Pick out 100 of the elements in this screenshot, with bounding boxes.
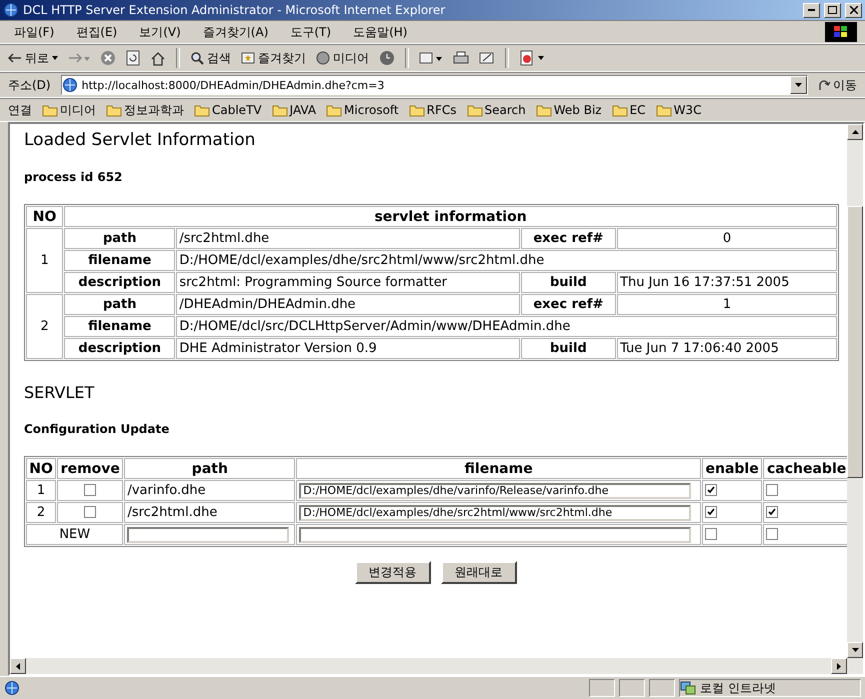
- checkbox[interactable]: [766, 506, 778, 518]
- link-item[interactable]: 미디어: [60, 102, 96, 118]
- filename-field[interactable]: D:/HOME/dcl/examples/dhe/varinfo/Release/varinfo.dhe: [299, 482, 692, 498]
- form-button[interactable]: 변경적용: [354, 561, 430, 584]
- document-icon[interactable]: [519, 50, 545, 66]
- left-arrow-icon: [16, 662, 20, 670]
- column-header: servlet information: [64, 206, 837, 227]
- stop-icon[interactable]: [100, 50, 116, 66]
- folder-icon: [656, 104, 672, 116]
- link-item[interactable]: CableTV: [212, 103, 262, 117]
- folder-icon: [326, 104, 342, 116]
- horizontal-scrollbar[interactable]: [10, 658, 863, 674]
- table-cell: /src2html.dhe: [124, 502, 296, 523]
- checkbox[interactable]: [705, 506, 717, 518]
- menu-item[interactable]: 파일(F): [8, 24, 60, 40]
- status-pane: [589, 679, 615, 697]
- intranet-icon: [680, 681, 696, 695]
- row-label: path: [64, 294, 176, 315]
- disc-icon: [316, 51, 330, 65]
- table-cell: Thu Jun 16 17:37:51 2005: [617, 272, 837, 293]
- table-cell: 2: [26, 294, 64, 359]
- links-label: 연결: [8, 102, 32, 118]
- go-arrow-icon: [818, 79, 830, 91]
- table-cell: /DHEAdmin/DHEAdmin.dhe: [176, 294, 520, 315]
- mail-icon[interactable]: [419, 51, 443, 65]
- folder-icon: [42, 104, 58, 116]
- maximize-icon: [828, 6, 837, 14]
- checkbox[interactable]: [705, 484, 717, 496]
- filename-field[interactable]: [299, 526, 692, 542]
- media-button[interactable]: 미디어: [316, 50, 369, 66]
- dropdown-button[interactable]: [790, 76, 807, 94]
- zone-text: 로컬 인트라넷: [700, 680, 776, 696]
- address-field[interactable]: http://localhost:8000/DHEAdmin/DHEAdmin.dhe?cm=3: [60, 75, 808, 95]
- close-button[interactable]: [845, 2, 862, 18]
- checkbox[interactable]: [84, 484, 96, 496]
- home-icon[interactable]: [150, 50, 166, 66]
- folder-icon: [194, 104, 210, 116]
- scroll-thumb[interactable]: [847, 206, 863, 478]
- section-heading: SERVLET: [24, 383, 96, 402]
- row-label: build: [520, 338, 616, 359]
- back-button[interactable]: 뒤로: [8, 50, 58, 66]
- status-pane: [619, 679, 645, 697]
- table-cell: /varinfo.dhe: [124, 480, 296, 501]
- row-label: description: [64, 338, 176, 359]
- scroll-left-button[interactable]: [10, 658, 26, 674]
- maximize-button[interactable]: [824, 2, 841, 18]
- link-item[interactable]: 정보과학과: [124, 102, 184, 118]
- menu-item[interactable]: 도움말(H): [347, 24, 414, 40]
- column-header: remove: [57, 458, 124, 479]
- column-header: path: [124, 458, 296, 479]
- link-item[interactable]: Web Biz: [554, 103, 602, 117]
- filename-field[interactable]: D:/HOME/dcl/examples/dhe/src2html/www/src2html.dhe: [299, 504, 692, 520]
- menu-item[interactable]: 도구(T): [284, 24, 338, 40]
- page-heading: Loaded Servlet Information: [24, 130, 256, 150]
- checkbox[interactable]: [766, 528, 778, 540]
- window-title: DCL HTTP Server Extension Administrator - Microsoft Internet Explorer: [23, 3, 446, 17]
- caret-icon: [52, 56, 58, 60]
- edit-icon[interactable]: [479, 51, 495, 65]
- scroll-up-button[interactable]: [847, 124, 863, 140]
- checkbox[interactable]: [84, 506, 96, 518]
- scroll-down-button[interactable]: [847, 642, 863, 658]
- folder-icon: [408, 104, 425, 116]
- refresh-icon[interactable]: [126, 50, 140, 66]
- link-item[interactable]: EC: [630, 103, 646, 117]
- search-button[interactable]: 검색: [190, 50, 231, 66]
- menu-item[interactable]: 편집(E): [70, 24, 124, 40]
- table-cell: 0: [617, 228, 837, 249]
- minimize-button[interactable]: [803, 2, 820, 18]
- table-cell: 1: [26, 480, 56, 501]
- history-icon[interactable]: [379, 50, 395, 66]
- menu-item[interactable]: 보기(V): [133, 24, 187, 40]
- path-field[interactable]: [127, 526, 290, 542]
- link-item[interactable]: RFCs: [426, 103, 457, 117]
- go-button[interactable]: 이동: [818, 76, 857, 94]
- browser-icon: [3, 2, 19, 18]
- link-item[interactable]: W3C: [674, 103, 702, 117]
- search-icon: [190, 51, 204, 65]
- row-label: filename: [64, 250, 176, 271]
- address-label: 주소(D): [8, 76, 51, 94]
- link-item[interactable]: Search: [484, 103, 526, 117]
- process-id-text: process id 652: [24, 170, 124, 184]
- checkbox[interactable]: [766, 484, 778, 496]
- print-icon[interactable]: [453, 51, 469, 65]
- column-header: filename: [296, 458, 701, 479]
- folder-icon: [536, 104, 552, 116]
- checkmark-icon: [707, 508, 715, 516]
- table-cell: D:/HOME/dcl/examples/dhe/src2html/www/src2html.dhe: [176, 250, 837, 271]
- link-item[interactable]: Microsoft: [344, 103, 399, 117]
- column-header: NO: [26, 206, 64, 227]
- link-item[interactable]: JAVA: [290, 103, 316, 117]
- menu-item[interactable]: 즐겨찾기(A): [196, 24, 274, 40]
- favorites-button[interactable]: 즐겨찾기: [241, 50, 306, 66]
- checkbox[interactable]: [705, 528, 717, 540]
- vertical-scrollbar[interactable]: [847, 124, 863, 658]
- up-arrow-icon: [852, 130, 858, 134]
- form-button[interactable]: 원래대로: [440, 561, 516, 584]
- column-header: enable: [702, 458, 762, 479]
- row-label: exec ref#: [520, 294, 616, 315]
- scroll-right-button[interactable]: [831, 658, 847, 674]
- checkmark-icon: [768, 508, 776, 516]
